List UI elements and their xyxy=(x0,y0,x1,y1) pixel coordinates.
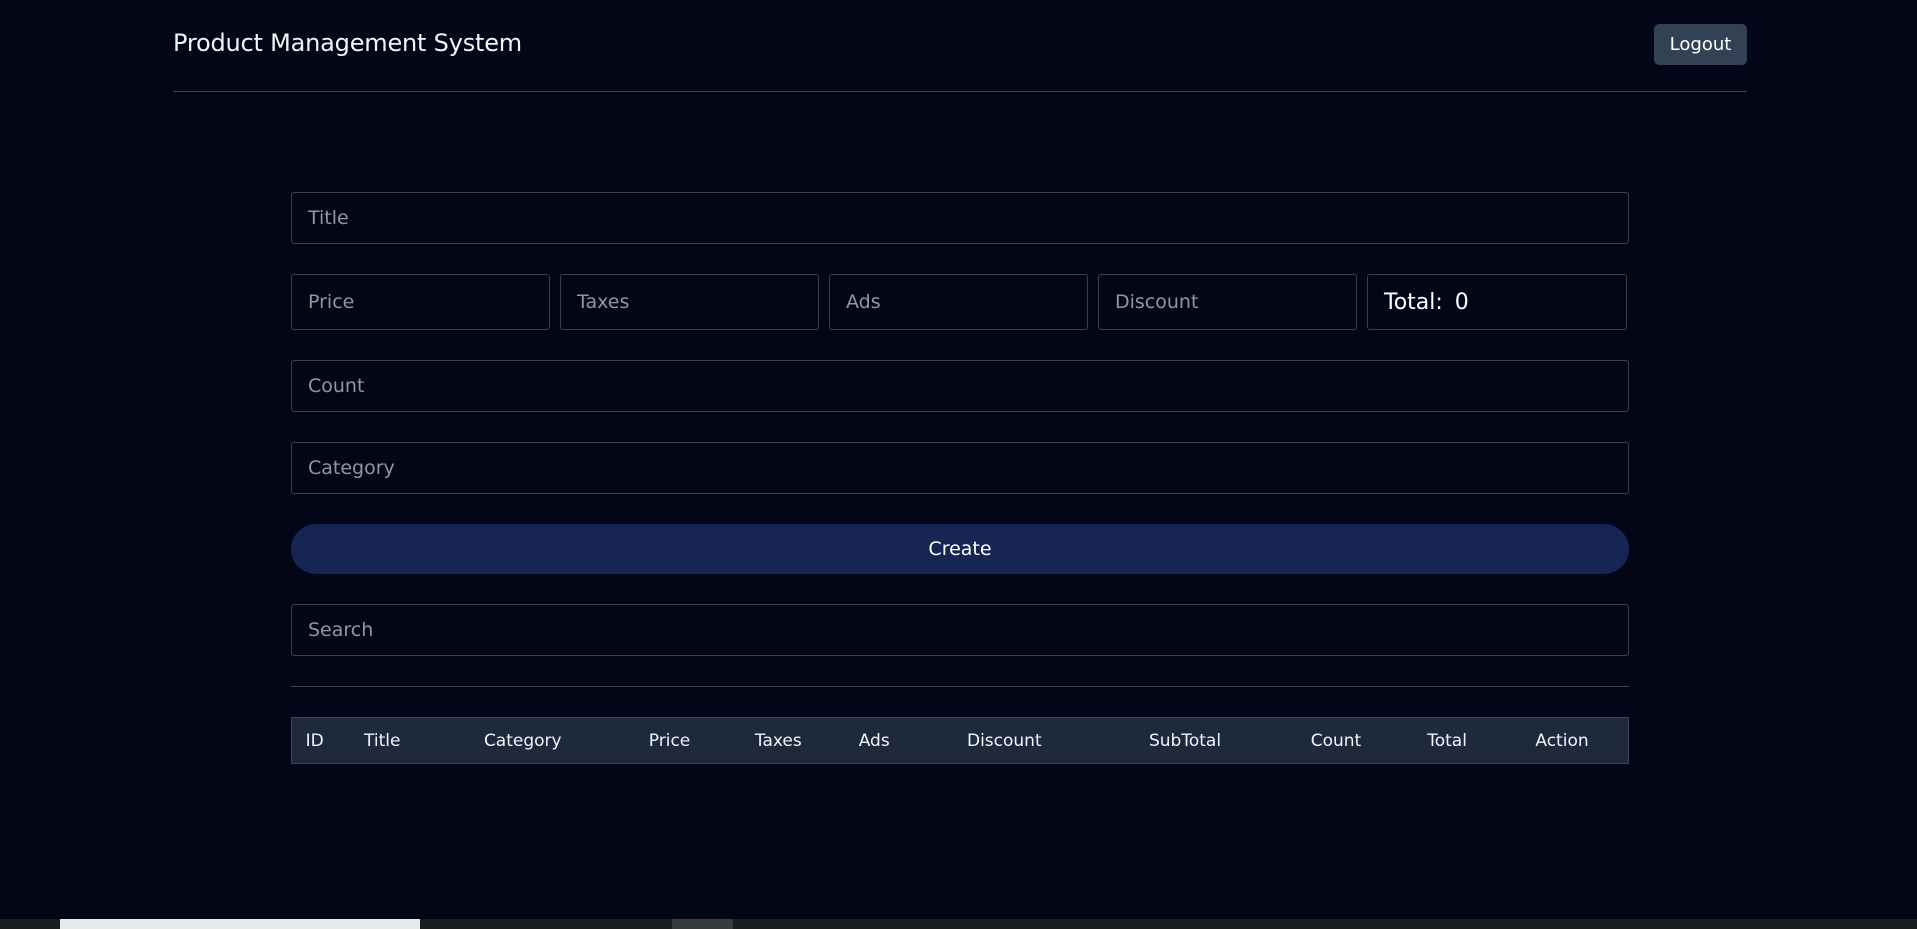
pricing-row: Total: 0 xyxy=(291,274,1629,330)
price-input[interactable] xyxy=(291,274,550,330)
column-header-ads: Ads xyxy=(836,717,913,764)
ads-input[interactable] xyxy=(829,274,1088,330)
column-header-title: Title xyxy=(337,717,428,764)
total-display: Total: 0 xyxy=(1367,274,1627,330)
title-input[interactable] xyxy=(291,192,1629,244)
column-header-action: Action xyxy=(1496,717,1629,764)
table-header-row: ID Title Category Price Taxes Ads Discou… xyxy=(291,717,1629,764)
column-header-subtotal: SubTotal xyxy=(1096,717,1274,764)
taskbar-active-app[interactable] xyxy=(672,919,733,929)
category-input[interactable] xyxy=(291,442,1629,494)
app-title: Product Management System xyxy=(173,29,522,57)
column-header-count: Count xyxy=(1273,717,1399,764)
search-input[interactable] xyxy=(291,604,1629,656)
column-header-total: Total xyxy=(1398,717,1496,764)
count-input[interactable] xyxy=(291,360,1629,412)
product-form: Total: 0 Create ID Title Category Price … xyxy=(291,192,1629,764)
total-value: 0 xyxy=(1454,289,1469,315)
column-header-category: Category xyxy=(427,717,619,764)
column-header-discount: Discount xyxy=(912,717,1097,764)
taskbar-window-preview[interactable] xyxy=(60,919,420,929)
taskbar xyxy=(0,919,1917,929)
taxes-input[interactable] xyxy=(560,274,819,330)
total-label: Total: xyxy=(1384,289,1443,315)
page: Product Management System Logout Total: … xyxy=(0,0,1917,919)
header: Product Management System Logout xyxy=(173,0,1747,92)
products-table: ID Title Category Price Taxes Ads Discou… xyxy=(291,717,1629,764)
column-header-taxes: Taxes xyxy=(720,717,837,764)
column-header-price: Price xyxy=(618,717,721,764)
create-button[interactable]: Create xyxy=(291,524,1629,574)
logout-button[interactable]: Logout xyxy=(1654,24,1747,65)
discount-input[interactable] xyxy=(1098,274,1357,330)
divider xyxy=(291,686,1629,687)
column-header-id: ID xyxy=(291,717,338,764)
